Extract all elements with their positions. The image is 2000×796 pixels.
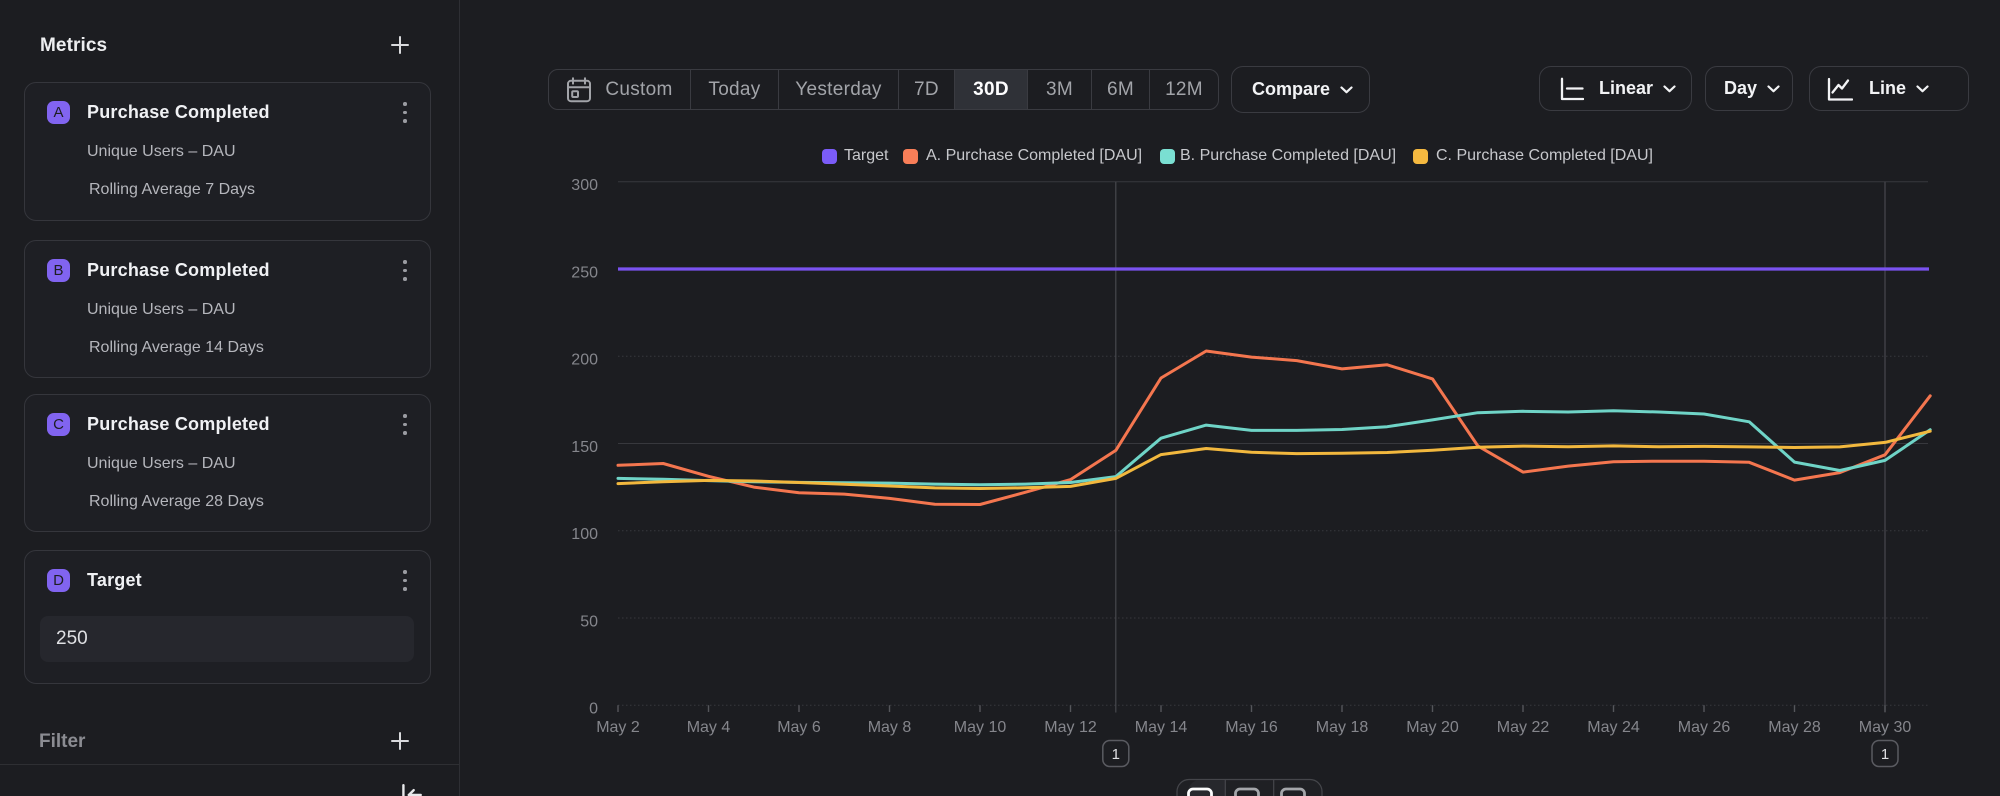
svg-text:May 22: May 22 <box>1497 719 1550 736</box>
svg-text:May 16: May 16 <box>1225 719 1278 736</box>
svg-text:May 12: May 12 <box>1044 719 1097 736</box>
svg-text:May 8: May 8 <box>868 719 912 736</box>
svg-text:May 2: May 2 <box>596 719 640 736</box>
svg-text:250: 250 <box>571 264 598 281</box>
svg-text:May 18: May 18 <box>1316 719 1369 736</box>
svg-text:0: 0 <box>589 701 598 718</box>
svg-text:1: 1 <box>1112 746 1120 763</box>
svg-text:300: 300 <box>571 177 598 194</box>
svg-text:1: 1 <box>1881 746 1889 763</box>
svg-text:May 20: May 20 <box>1406 719 1459 736</box>
svg-text:May 28: May 28 <box>1768 719 1821 736</box>
svg-text:May 4: May 4 <box>687 719 731 736</box>
svg-text:May 26: May 26 <box>1678 719 1731 736</box>
svg-text:May 24: May 24 <box>1587 719 1640 736</box>
svg-text:May 30: May 30 <box>1859 719 1912 736</box>
svg-text:50: 50 <box>580 613 598 630</box>
svg-text:150: 150 <box>571 439 598 456</box>
svg-text:May 6: May 6 <box>777 719 821 736</box>
svg-text:May 10: May 10 <box>954 719 1007 736</box>
svg-text:200: 200 <box>571 352 598 369</box>
svg-text:May 14: May 14 <box>1135 719 1188 736</box>
svg-text:100: 100 <box>571 526 598 543</box>
